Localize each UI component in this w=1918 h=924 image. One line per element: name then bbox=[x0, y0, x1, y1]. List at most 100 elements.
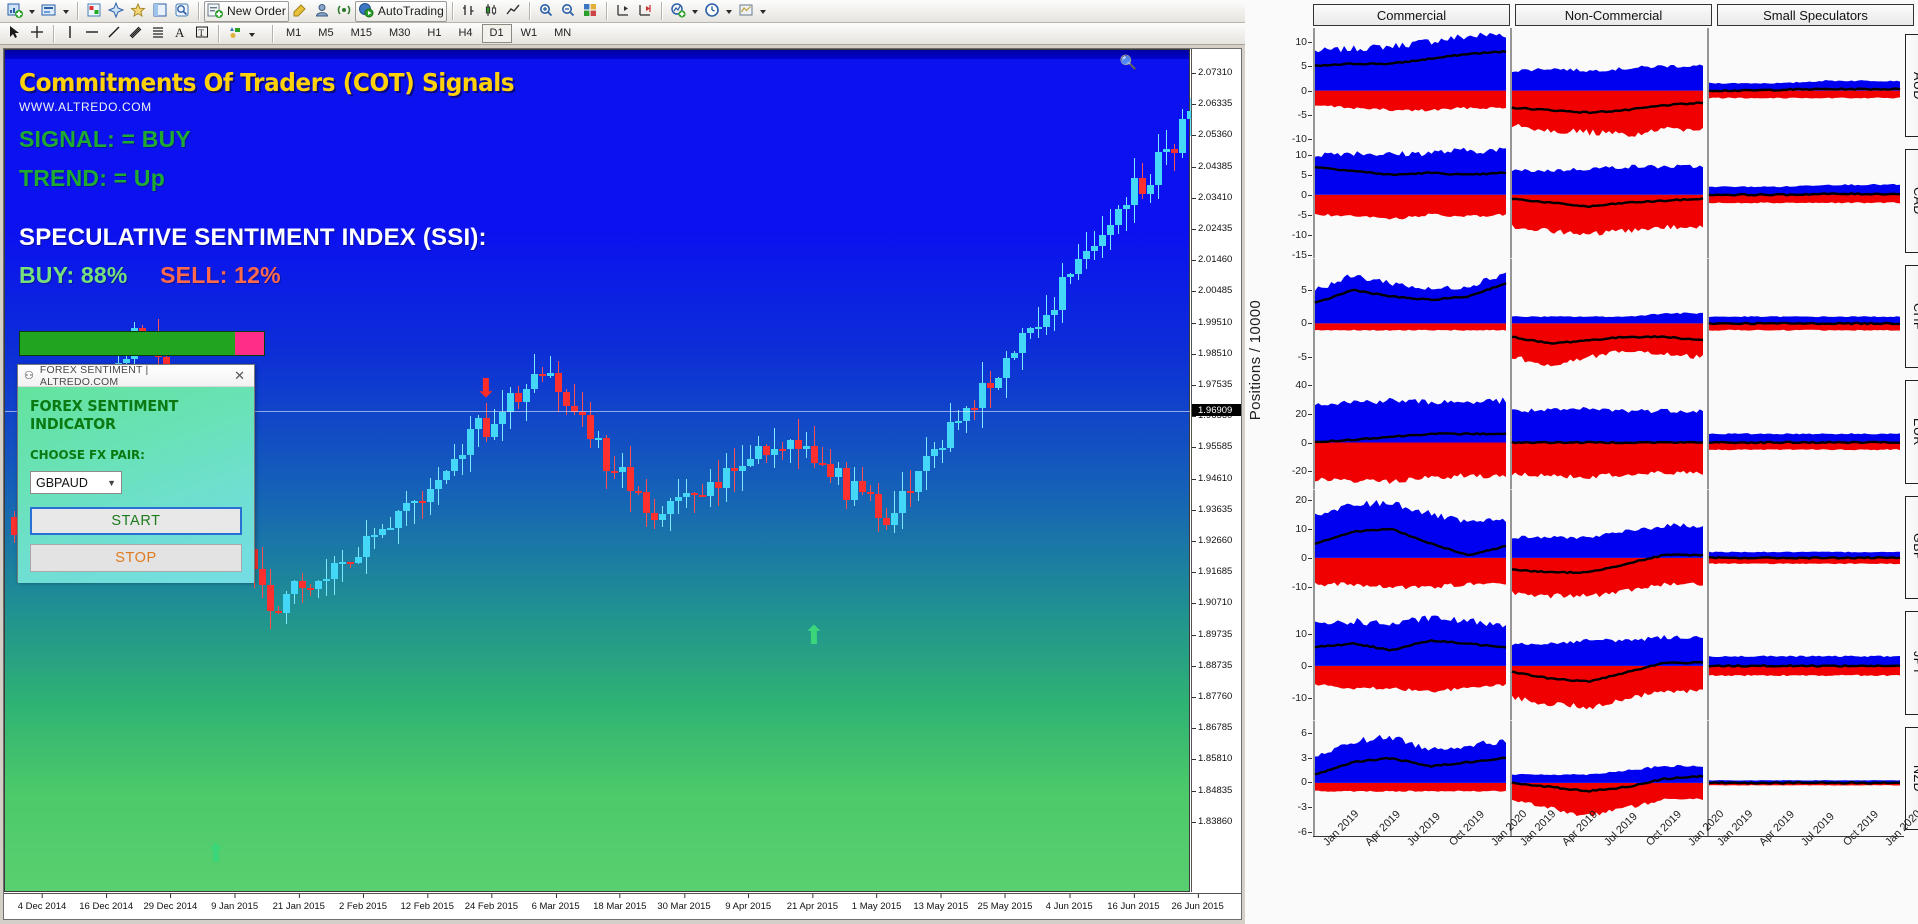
crosshair-tool[interactable] bbox=[26, 23, 48, 44]
navigator-button[interactable] bbox=[105, 1, 127, 22]
signals-icon bbox=[336, 2, 352, 21]
cot-row-label-chf[interactable]: CHF bbox=[1905, 264, 1918, 369]
cot-row-label-aud[interactable]: AUD bbox=[1905, 34, 1918, 138]
cot-y-tick-label: -3 bbox=[1297, 801, 1313, 814]
favorites-button[interactable] bbox=[127, 1, 149, 22]
cot-panel-aud-2 bbox=[1707, 28, 1904, 144]
start-button[interactable]: START bbox=[30, 507, 242, 535]
text-label-tool[interactable]: T bbox=[191, 23, 213, 44]
line-chart-button[interactable] bbox=[502, 1, 524, 22]
timeframe-mn-button[interactable]: MN bbox=[546, 24, 579, 43]
timeframe-h1-button[interactable]: H1 bbox=[419, 24, 449, 43]
bar-chart-button[interactable] bbox=[458, 1, 480, 22]
periods-button[interactable] bbox=[701, 1, 723, 22]
timeframe-d1-button[interactable]: D1 bbox=[481, 24, 512, 43]
text-tool[interactable]: A bbox=[169, 23, 191, 44]
cot-y-tick-label: 0 bbox=[1301, 776, 1312, 789]
new-chart-button[interactable] bbox=[4, 1, 26, 22]
chevron-down-icon[interactable] bbox=[63, 10, 69, 14]
price-tick-label: 1.85810 bbox=[1198, 753, 1233, 765]
cot-y-ticks-aud: 10 5 0 -5 -10 bbox=[1249, 28, 1313, 145]
channel-icon bbox=[129, 25, 143, 42]
fibonacci-tool[interactable] bbox=[147, 23, 169, 44]
cot-y-tick-label: 0 bbox=[1301, 317, 1312, 330]
line-studies-toolbar: A T M1 M5 M15 M30 H1 H4 D1 W1 MN bbox=[0, 23, 1245, 45]
cot-column-header-0[interactable]: Commercial bbox=[1313, 4, 1510, 26]
timeframe-m1-button[interactable]: M1 bbox=[278, 24, 309, 43]
chevron-down-icon[interactable] bbox=[725, 10, 732, 14]
cursor-tool[interactable] bbox=[4, 23, 26, 44]
cot-y-tick-label: 40 bbox=[1295, 379, 1312, 392]
market-watch-button[interactable] bbox=[83, 1, 105, 22]
cot-panel-eur-1 bbox=[1510, 374, 1707, 490]
equidistant-channel-tool[interactable] bbox=[125, 23, 147, 44]
cot-panel-svg bbox=[1313, 605, 1507, 721]
close-icon[interactable]: ✕ bbox=[229, 368, 250, 384]
new-order-button[interactable]: New Order bbox=[204, 0, 289, 22]
cot-y-tick-label: 3 bbox=[1301, 751, 1312, 764]
candlestick-chart-button[interactable] bbox=[480, 1, 502, 22]
cot-column-header-1[interactable]: Non-Commercial bbox=[1515, 4, 1712, 26]
chevron-down-icon[interactable] bbox=[29, 10, 35, 14]
vertical-line-tool[interactable] bbox=[59, 23, 81, 44]
cot-panel-svg bbox=[1313, 28, 1507, 144]
shapes-tool[interactable] bbox=[224, 23, 246, 44]
cot-panel-svg bbox=[1707, 489, 1901, 606]
cot-row-label-cad[interactable]: CAD bbox=[1905, 149, 1918, 253]
profiles-button[interactable] bbox=[38, 1, 60, 22]
forex-sentiment-dialog[interactable]: ⚇ FOREX SENTIMENT | ALTREDO.COM ✕ FOREX … bbox=[17, 363, 255, 583]
dialog-title: FOREX SENTIMENT | ALTREDO.COM bbox=[39, 363, 149, 388]
date-scale[interactable]: 4 Dec 2014 16 Dec 2014 29 Dec 2014 9 Jan 20… bbox=[4, 893, 1241, 919]
chevron-down-icon[interactable] bbox=[691, 10, 698, 14]
stop-button[interactable]: STOP bbox=[30, 544, 242, 572]
search-icon[interactable]: 🔍 bbox=[1120, 54, 1137, 71]
price-scale[interactable]: 2.07310 2.06335 2.05360 2.04385 2.03410 2.024… bbox=[1191, 49, 1241, 892]
cot-y-ticks-eur: 40 20 0 -20 bbox=[1249, 374, 1313, 489]
timeframe-m30-button[interactable]: M30 bbox=[381, 24, 418, 43]
experts-icon bbox=[314, 2, 330, 21]
toolbar-group: New Order AutoTrading bbox=[204, 0, 447, 22]
fx-pair-label: CHOOSE FX PAIR: bbox=[30, 447, 145, 462]
date-tick-label: 21 Apr 2015 bbox=[786, 894, 839, 912]
cot-row-label-eur[interactable]: EUR bbox=[1905, 380, 1918, 484]
cot-y-ticks-cad: 10 5 0 -5 -10 -15 bbox=[1249, 143, 1313, 261]
autotrading-icon bbox=[358, 2, 374, 21]
auto-scroll-button[interactable] bbox=[634, 1, 656, 22]
horizontal-line-tool[interactable] bbox=[81, 23, 103, 44]
cot-column-header-2[interactable]: Small Speculators bbox=[1717, 4, 1914, 26]
autotrading-button-label: AutoTrading bbox=[377, 4, 444, 18]
fx-pair-select[interactable]: GBPAUD ▼ bbox=[30, 471, 122, 494]
cot-positions-panel: Positions / 10000 Commercial Non-Commerci… bbox=[1245, 0, 1918, 924]
price-tick-label: 1.87760 bbox=[1198, 691, 1233, 702]
autotrading-button[interactable]: AutoTrading bbox=[354, 0, 447, 22]
timeframe-w1-button[interactable]: W1 bbox=[513, 24, 546, 43]
metaeditor-button[interactable] bbox=[289, 1, 311, 22]
price-tick-label: 2.02435 bbox=[1198, 223, 1233, 234]
price-chart-canvas[interactable]: ⬇ ⬆ ⬆ Commitments Of Traders (COT) Signa… bbox=[4, 49, 1194, 892]
cot-panel-svg bbox=[1707, 28, 1901, 144]
price-tick-label: 2.05360 bbox=[1198, 129, 1233, 141]
cot-panel-cad-2 bbox=[1707, 143, 1904, 259]
cot-panel-jpy-1 bbox=[1510, 605, 1707, 721]
terminal-button[interactable] bbox=[149, 1, 171, 22]
trendline-tool[interactable] bbox=[103, 23, 125, 44]
tester-icon bbox=[174, 2, 190, 21]
timeframe-m15-button[interactable]: M15 bbox=[343, 24, 380, 43]
strategy-tester-button[interactable] bbox=[171, 1, 193, 22]
chevron-down-icon[interactable] bbox=[759, 10, 766, 14]
expert-advisors-button[interactable] bbox=[311, 1, 333, 22]
chevron-down-icon[interactable] bbox=[249, 32, 255, 37]
tile-windows-button[interactable] bbox=[579, 1, 601, 22]
cot-row-label-jpy[interactable]: JPY bbox=[1905, 611, 1918, 715]
zoom-out-button[interactable] bbox=[557, 1, 579, 22]
timeframe-m5-button[interactable]: M5 bbox=[310, 24, 341, 43]
templates-button[interactable] bbox=[735, 1, 757, 22]
cot-row-label-gbp[interactable]: GBP bbox=[1905, 495, 1918, 600]
timeframe-h4-button[interactable]: H4 bbox=[450, 24, 480, 43]
chart-shift-button[interactable] bbox=[612, 1, 634, 22]
indicators-button[interactable] bbox=[667, 1, 689, 22]
cot-panel-gbp-2 bbox=[1707, 489, 1904, 606]
zoom-in-button[interactable] bbox=[535, 1, 557, 22]
signals-button[interactable] bbox=[333, 1, 355, 22]
dialog-titlebar[interactable]: ⚇ FOREX SENTIMENT | ALTREDO.COM ✕ bbox=[18, 363, 254, 388]
